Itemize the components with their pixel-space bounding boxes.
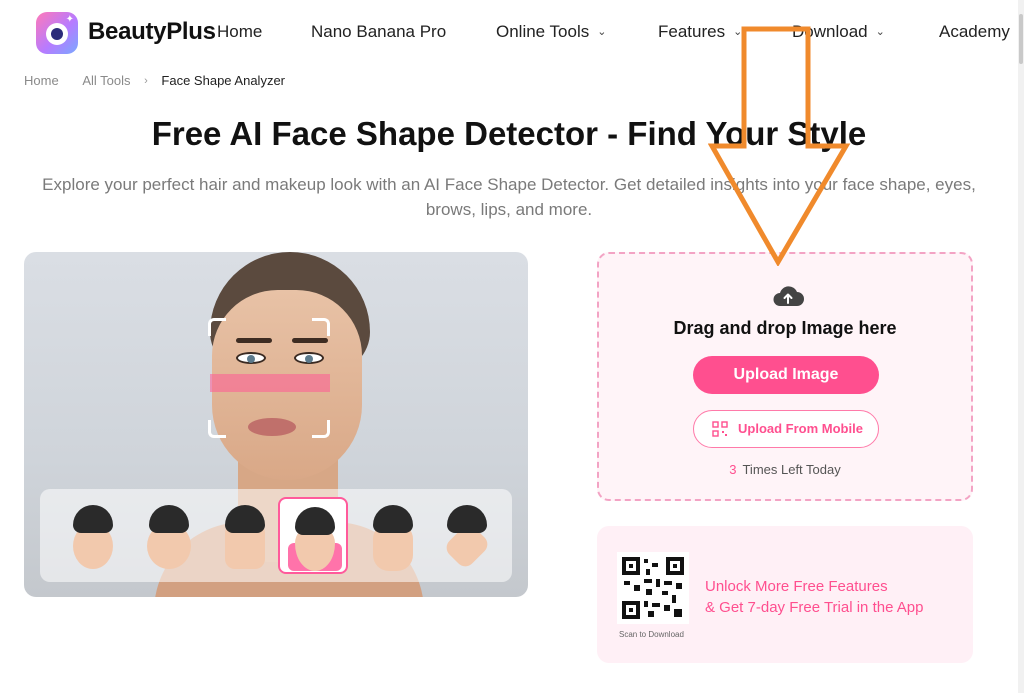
page-scrollbar[interactable] [1018, 0, 1024, 693]
breadcrumb-home[interactable]: Home [24, 73, 59, 88]
scan-bracket-icon [312, 318, 330, 336]
promo-line-1: Unlock More Free Features [705, 578, 888, 595]
breadcrumb-all-tools[interactable]: All Tools [82, 73, 130, 88]
chevron-right-icon: › [144, 74, 148, 87]
upload-from-mobile-label: Upload From Mobile [738, 421, 863, 436]
nav-download[interactable]: Download ⌄ [792, 22, 885, 42]
beautyplus-logo-icon[interactable]: ✦ [36, 12, 78, 54]
face-shape-diamond-icon [432, 497, 502, 574]
face-shape-oval-icon [58, 497, 128, 574]
nav-features[interactable]: Features ⌄ [658, 22, 742, 42]
promo-text: Unlock More Free Features & Get 7-day Fr… [705, 576, 923, 618]
scan-to-download-label: Scan to Download [619, 630, 684, 639]
nav-label: Online Tools [496, 22, 590, 41]
upload-from-mobile-button[interactable]: Upload From Mobile [693, 410, 879, 448]
chevron-down-icon: ⌄ [597, 26, 607, 38]
face-shape-heart-icon [278, 497, 348, 574]
nav-label: Home [217, 22, 263, 41]
times-left-count: 3 [729, 462, 737, 477]
page-title: Free AI Face Shape Detector - Find Your … [151, 115, 867, 152]
app-promo-card[interactable]: Scan to Download Unlock More Free Featur… [597, 526, 973, 663]
upload-image-button[interactable]: Upload Image [693, 356, 879, 394]
promo-line-2: & Get 7-day Free Trial in the App [705, 599, 924, 616]
face-scan-highlight [210, 374, 330, 392]
nav-label: Features [658, 22, 726, 41]
face-shape-strip [40, 489, 512, 582]
scrollbar-thumb[interactable] [1019, 14, 1023, 64]
cloud-upload-icon [773, 286, 804, 306]
scan-bracket-icon [312, 420, 330, 438]
breadcrumb-current: Face Shape Analyzer [161, 73, 285, 89]
nav-label: Download [792, 22, 868, 41]
chevron-down-icon: ⌄ [733, 26, 743, 38]
nav-label: Academy [939, 22, 1010, 41]
nav-label: Nano Banana Pro [311, 22, 447, 41]
nav-online-tools[interactable]: Online Tools ⌄ [496, 22, 606, 42]
breadcrumb: Home All Tools › Face Shape Analyzer [24, 72, 285, 88]
usage-remaining: 3 Times Left Today [599, 462, 971, 477]
scan-bracket-icon [208, 318, 226, 336]
upload-dropzone[interactable]: Drag and drop Image here Upload Image Up… [597, 252, 973, 501]
page-subtitle: Explore your perfect hair and makeup loo… [42, 175, 976, 219]
face-shape-oblong-icon [358, 497, 428, 574]
nav-home[interactable]: Home [217, 22, 262, 42]
face-demo-image [24, 252, 528, 597]
qr-code-icon [712, 421, 728, 437]
face-shape-round-icon [134, 497, 204, 574]
dropzone-label: Drag and drop Image here [673, 318, 897, 338]
scan-bracket-icon [208, 420, 226, 438]
nav-nano-banana-pro[interactable]: Nano Banana Pro [311, 22, 446, 42]
times-left-label: Times Left Today [742, 462, 841, 477]
brand-name[interactable]: BeautyPlus [88, 18, 216, 46]
site-header: ✦ BeautyPlus Home Nano Banana Pro Online… [0, 0, 1024, 66]
download-qr-code [617, 552, 689, 624]
chevron-down-icon: ⌄ [875, 26, 885, 38]
nav-academy[interactable]: Academy [939, 22, 1010, 42]
face-shape-square-icon [210, 497, 280, 574]
